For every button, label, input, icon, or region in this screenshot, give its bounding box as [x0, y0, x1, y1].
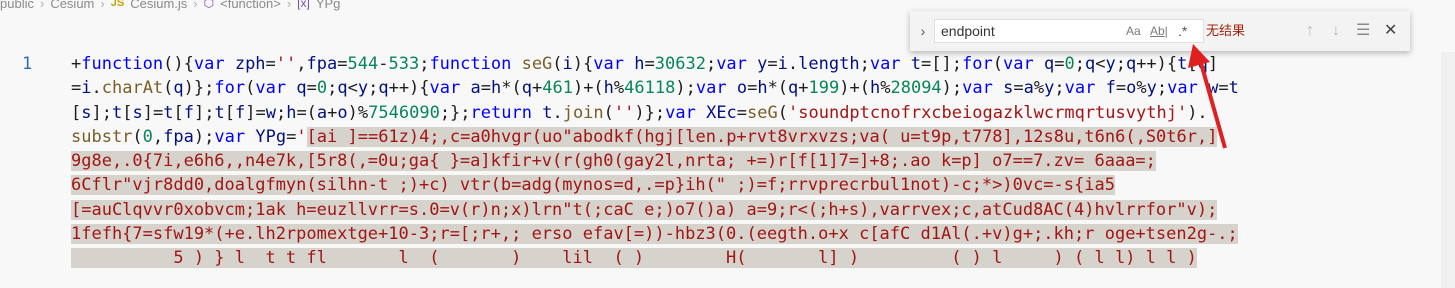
vertical-scrollbar[interactable] — [1441, 52, 1455, 288]
function-icon: ⬡ — [203, 0, 215, 10]
chevron-right-icon: › — [100, 0, 105, 11]
breadcrumb-item-public[interactable]: public — [0, 0, 34, 11]
code-line: 9g8e,.0{7i,e6h6,,n4e7k,[5r8(,=0u;ga{ }=a… — [71, 151, 1156, 172]
arrow-up-icon[interactable]: ↑ — [1306, 21, 1314, 41]
use-regex-button[interactable]: .* — [1178, 22, 1187, 40]
match-whole-word-button[interactable]: Ab| — [1150, 22, 1168, 40]
chevron-right-icon: › — [39, 0, 45, 11]
find-result-status: 无结果 — [1206, 23, 1246, 38]
arrow-down-icon[interactable]: ↓ — [1332, 21, 1340, 41]
line-number: 1 — [22, 54, 33, 74]
match-case-button[interactable]: Aa — [1126, 22, 1141, 40]
breadcrumb-item-function[interactable]: <function> — [220, 0, 281, 11]
breadcrumb-item-file[interactable]: Cesium.js — [130, 0, 187, 11]
chevron-right-icon: › — [286, 0, 292, 11]
code-line: substr(0,fpa);var YPg='[ai ]==61z)4;,c=a… — [71, 126, 1218, 147]
find-in-selection-icon[interactable]: ☰ — [1356, 21, 1370, 41]
chevron-right-icon: › — [193, 0, 198, 11]
breadcrumb-item-variable[interactable]: YPg — [316, 0, 341, 11]
close-icon[interactable]: ✕ — [1384, 21, 1397, 41]
code-line: +function(){var zph='',fpa=544-533;funct… — [71, 54, 1219, 74]
breadcrumb-item-cesium[interactable]: Cesium — [50, 0, 94, 11]
code-line: [s];t[s]=t[f];t[f]=w;h=(a+o)%7546090;};r… — [71, 102, 1208, 123]
code-line: 1fefh{7=sfw19*(+e.lh2rpomextge+10-3;r=[;… — [71, 224, 1238, 245]
code-line: =i.charAt(q)};for(var q=0;q<y;q++){var a… — [71, 78, 1239, 99]
toggle-replace-chevron-icon[interactable]: › — [916, 22, 930, 40]
code-line: 6Cflr"vjr8dd0,doalgfmyn(silhn-t ;)+c) vt… — [71, 175, 1115, 196]
javascript-file-icon: JS — [110, 0, 125, 9]
code-line: [=auClqvvr0xobvcm;1ak h=euzllvrr=s.0=v(r… — [71, 199, 1218, 220]
find-widget: › endpoint Aa Ab| .* 无结果 ↑ ↓ ☰ ✕ — [910, 11, 1410, 51]
code-line: 5 ) } l t t fl l ( ) lil ( ) H( l] ) ( )… — [71, 248, 1197, 269]
variable-icon: [x] — [297, 0, 310, 10]
code-editor[interactable]: +function(){var zph='',fpa=544-533;funct… — [71, 52, 1441, 271]
